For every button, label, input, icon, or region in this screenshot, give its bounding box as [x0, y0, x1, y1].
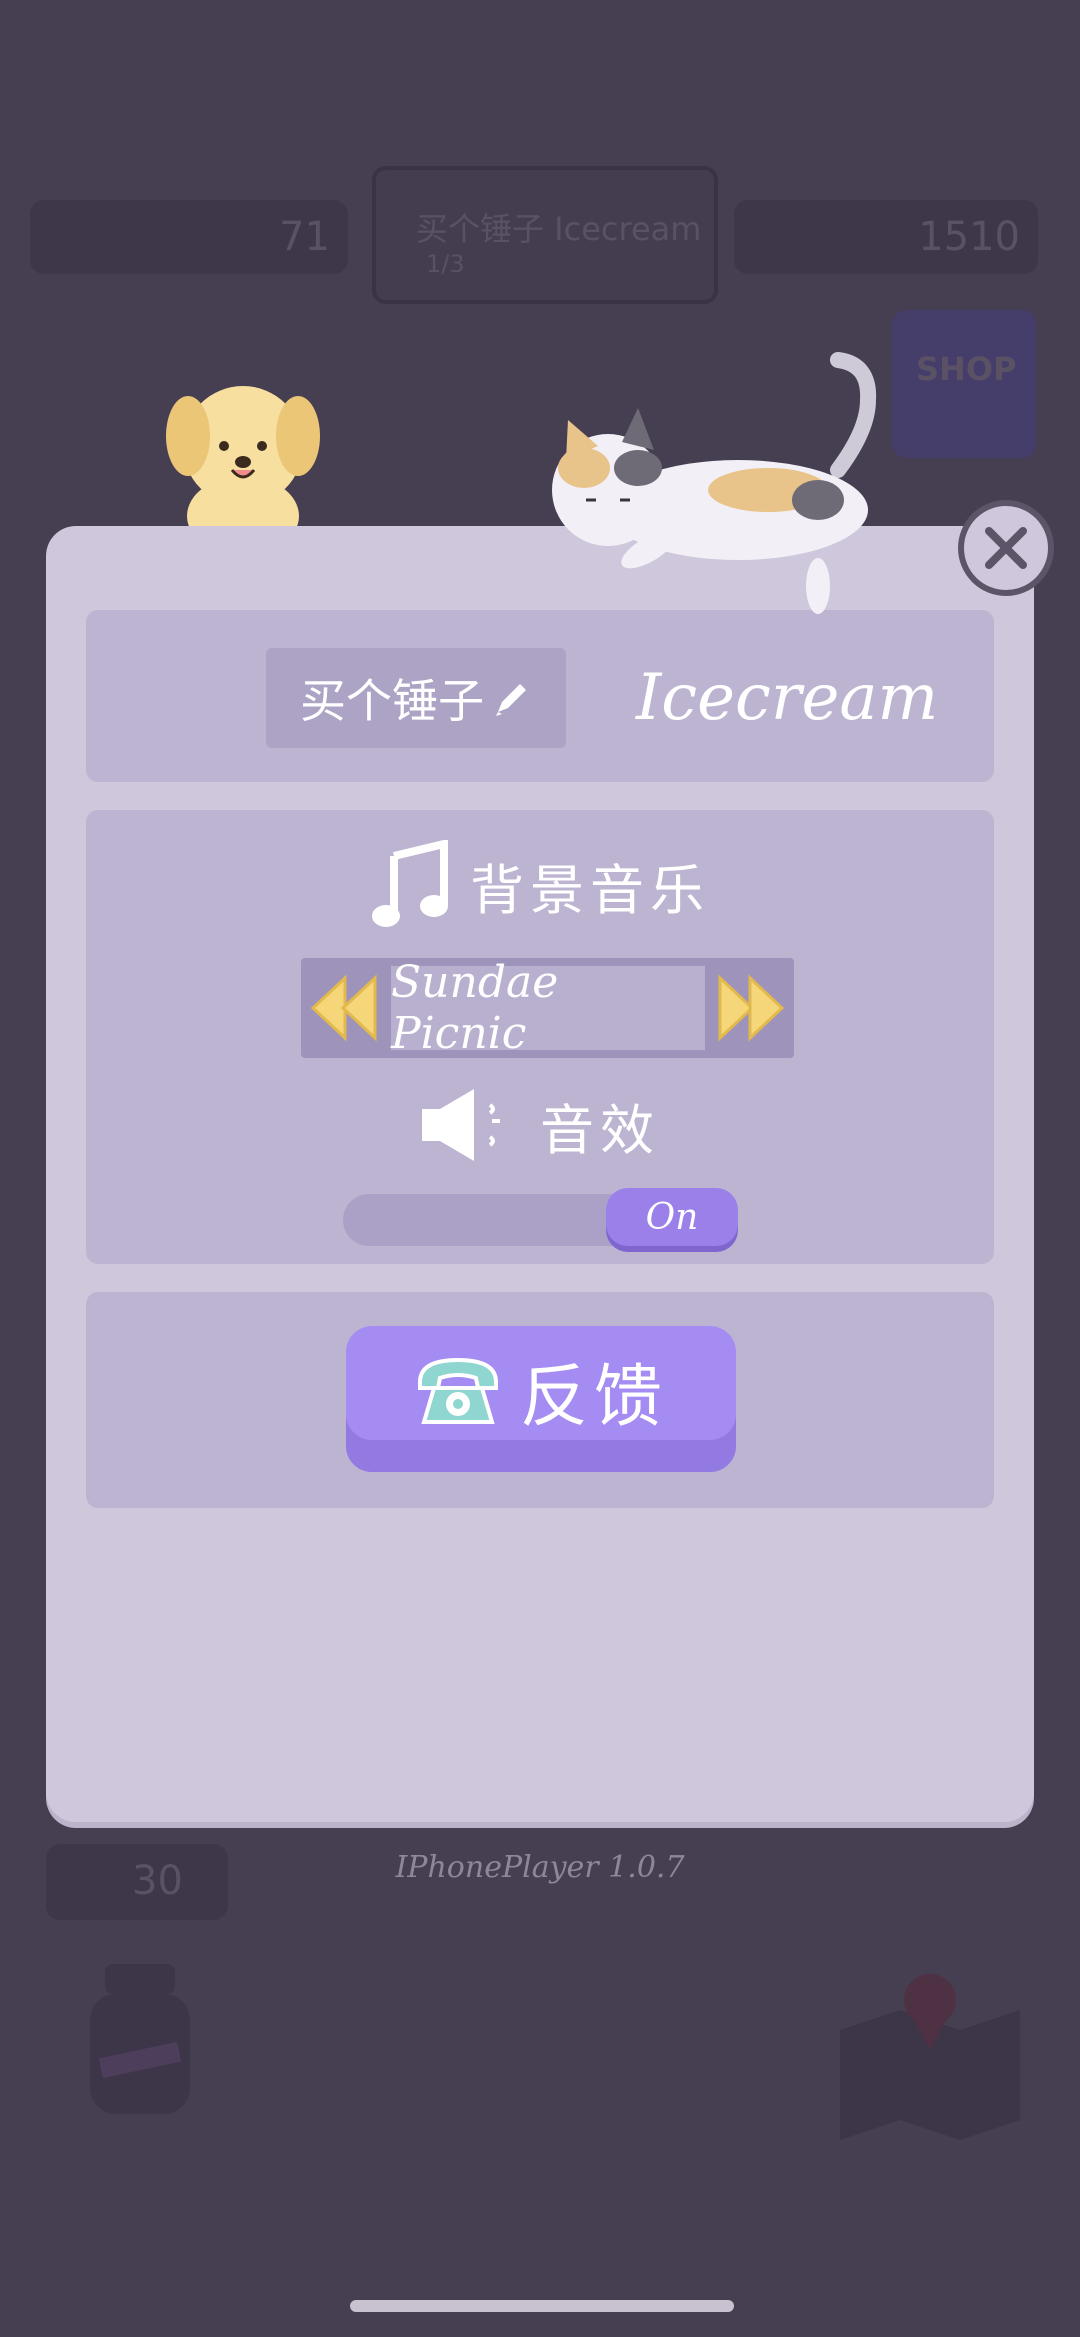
sfx-row: 音效	[86, 1080, 994, 1170]
close-button[interactable]	[958, 500, 1054, 596]
fast-forward-icon	[718, 974, 785, 1042]
next-track-button[interactable]	[716, 972, 786, 1044]
coin-counter: 1510	[734, 200, 1038, 274]
player-name: Icecream	[636, 661, 939, 735]
rewind-icon	[310, 974, 377, 1042]
music-row: 背景音乐	[86, 840, 994, 930]
sfx-label: 音效	[540, 1098, 660, 1162]
profile-section: 买个锤子 Icecream	[86, 610, 994, 782]
nickname-edit-button[interactable]: 买个锤子	[266, 648, 566, 748]
nickname-label: 买个锤子	[300, 674, 484, 728]
leaf-count: 71	[279, 214, 330, 260]
phone-icon	[417, 1357, 498, 1424]
jar-icon	[90, 1964, 190, 2114]
home-indicator[interactable]	[350, 2300, 734, 2312]
quest-title: 买个锤子 Icecream	[416, 210, 702, 248]
version-label: IPhonePlayer 1.0.7	[395, 1850, 685, 1885]
sfx-toggle[interactable]: On	[343, 1188, 738, 1246]
feedback-section: 反馈	[86, 1292, 994, 1508]
sfx-toggle-knob[interactable]: On	[606, 1188, 738, 1246]
pencil-icon	[492, 678, 532, 718]
feedback-button[interactable]: 反馈	[346, 1326, 736, 1472]
track-selector: Sundae Picnic	[301, 957, 794, 1059]
coin-count: 1510	[918, 214, 1020, 260]
cat-mascot	[552, 352, 877, 614]
quest-progress: 1/3	[426, 250, 465, 278]
speaker-icon	[422, 1089, 500, 1161]
leaf-counter: 71	[30, 200, 348, 274]
shop-button: SHOP	[892, 310, 1036, 458]
settings-modal: 买个锤子 Icecream 背景音乐 Sundae Picnic 音效 On 反…	[46, 526, 1034, 1822]
feedback-label: 反馈	[519, 1357, 668, 1437]
close-icon	[985, 527, 1027, 569]
music-label: 背景音乐	[470, 858, 710, 922]
quest-banner: 买个锤子 Icecream 1/3	[372, 166, 718, 304]
track-name: Sundae Picnic	[391, 957, 705, 1059]
audio-section: 背景音乐 Sundae Picnic 音效 On	[86, 810, 994, 1264]
shop-label: SHOP	[916, 350, 1017, 388]
previous-track-button[interactable]	[309, 972, 379, 1044]
music-note-icon	[372, 840, 448, 927]
map-icon	[840, 1974, 1020, 2140]
